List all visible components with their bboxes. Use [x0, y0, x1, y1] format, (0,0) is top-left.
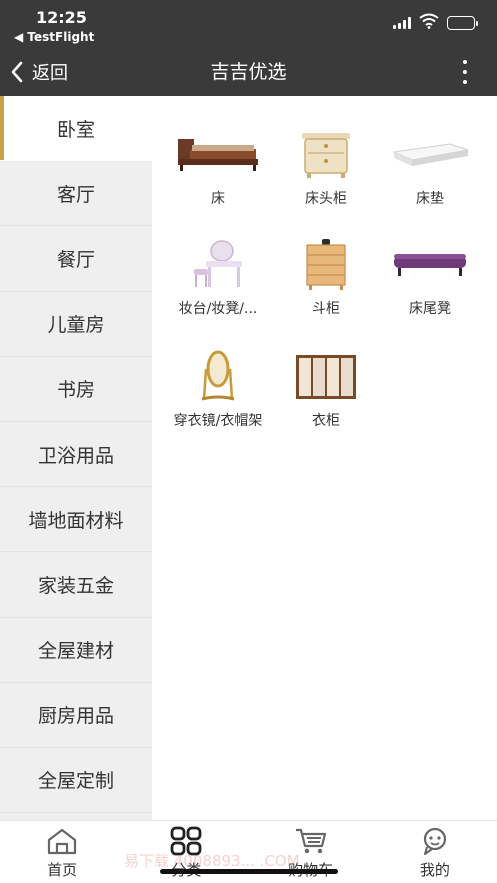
product-label: 床头柜: [305, 191, 347, 207]
page-title: 吉吉优选: [210, 61, 287, 83]
tab-label: 首页: [47, 861, 78, 879]
product-chest-of-drawers[interactable]: 斗柜: [270, 234, 382, 318]
category-sidebar: 卧室 客厅 餐厅 儿童房 书房 卫浴用品 墙地面材料 家装五金 全屋建材 厨房用…: [0, 96, 152, 820]
sidebar-item-study[interactable]: 书房: [0, 357, 152, 422]
product-bench[interactable]: 床尾凳: [374, 234, 486, 318]
sidebar-item-label: 书房: [56, 379, 95, 402]
product-grid: 床 床头柜 床垫 妆台/妆凳/... 斗柜 床尾凳 穿衣镜/衣帽架 衣柜: [152, 96, 497, 820]
sidebar-item-label: 全屋定制: [37, 770, 114, 793]
sidebar-item-bedroom[interactable]: 卧室: [0, 96, 152, 162]
product-mattress[interactable]: 床垫: [374, 124, 486, 208]
sidebar-item-label: 厨房用品: [37, 705, 114, 728]
mattress-icon: [374, 124, 486, 186]
product-bed[interactable]: 床: [162, 124, 274, 208]
profile-icon: [419, 827, 451, 855]
product-label: 床尾凳: [409, 301, 451, 317]
sidebar-item-label: 家装五金: [37, 574, 114, 597]
product-label: 妆台/妆凳/...: [178, 301, 258, 317]
wardrobe-icon: [270, 346, 382, 408]
nightstand-icon: [270, 124, 382, 186]
sidebar-item-kids-room[interactable]: 儿童房: [0, 292, 152, 357]
sidebar-item-label: 儿童房: [47, 314, 105, 337]
home-icon: [46, 827, 78, 855]
battery-icon: [447, 16, 478, 30]
sidebar-item-dining-room[interactable]: 餐厅: [0, 226, 152, 292]
sidebar-item-label: 餐厅: [56, 248, 95, 271]
product-wardrobe[interactable]: 衣柜: [270, 346, 382, 430]
tab-label: 我的: [419, 861, 450, 879]
vanity-icon: [162, 234, 274, 296]
sidebar-item-label: 墙地面材料: [28, 509, 124, 532]
product-label: 衣柜: [312, 413, 340, 429]
tab-profile[interactable]: 我的: [373, 821, 497, 883]
product-label: 穿衣镜/衣帽架: [173, 413, 263, 429]
sidebar-item-label: 全屋建材: [37, 640, 114, 663]
sidebar-item-living-room[interactable]: 客厅: [0, 161, 152, 227]
product-nightstand[interactable]: 床头柜: [270, 124, 382, 208]
sidebar-item-bathroom[interactable]: 卫浴用品: [0, 422, 152, 488]
sidebar-item-label: 卫浴用品: [37, 444, 114, 467]
more-menu-button[interactable]: [461, 60, 469, 84]
product-label: 床垫: [416, 191, 444, 207]
sidebar-item-label: 卧室: [56, 118, 95, 141]
sidebar-item-custom[interactable]: 全屋定制: [0, 748, 152, 814]
watermark-text: 易下载 4008893... .COM: [124, 852, 300, 870]
sidebar-item-wall-floor[interactable]: 墙地面材料: [0, 487, 152, 553]
top-bar: 12:25 ◀ TestFlight 返回 吉吉优选: [0, 0, 497, 96]
home-indicator: [160, 869, 338, 874]
tab-home[interactable]: 首页: [0, 821, 124, 883]
sidebar-item-label: 客厅: [56, 183, 95, 206]
mirror-icon: [162, 346, 274, 408]
sidebar-item-kitchen[interactable]: 厨房用品: [0, 683, 152, 748]
product-vanity[interactable]: 妆台/妆凳/...: [162, 234, 274, 318]
sidebar-item-hardware[interactable]: 家装五金: [0, 552, 152, 618]
wifi-icon: [419, 13, 439, 33]
more-dot-icon: [463, 60, 467, 64]
chest-of-drawers-icon: [270, 234, 382, 296]
bed-icon: [162, 124, 274, 186]
product-label: 床: [211, 191, 225, 207]
signal-icon: [393, 17, 411, 29]
status-time: 12:25: [36, 8, 87, 27]
testflight-back-link[interactable]: ◀ TestFlight: [14, 30, 94, 44]
product-mirror[interactable]: 穿衣镜/衣帽架: [162, 346, 274, 430]
status-icons: [393, 13, 478, 33]
bench-icon: [374, 234, 486, 296]
sidebar-item-building-materials[interactable]: 全屋建材: [0, 618, 152, 683]
product-label: 斗柜: [312, 301, 340, 317]
